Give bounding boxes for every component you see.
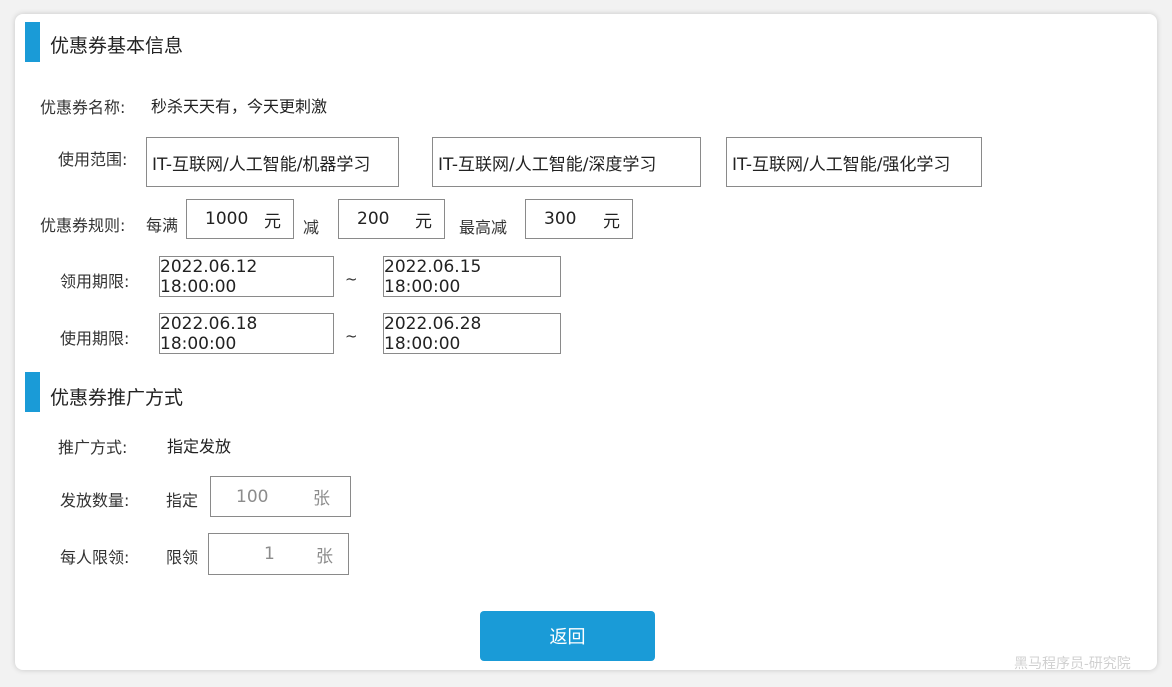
scope-tag-3: IT-互联网/人工智能/强化学习 [726,137,982,187]
section-title-promotion: 优惠券推广方式 [50,387,184,409]
limit-label: 每人限领: [60,548,130,567]
section-accent-bar [25,372,40,412]
limit-value: 1 [264,544,275,564]
promotion-method-value: 指定发放 [167,437,232,456]
quantity-label: 发放数量: [60,491,130,510]
limit-unit: 张 [316,546,333,567]
coupon-name-label: 优惠券名称: [40,98,126,117]
rule-minus-text: 减 [303,218,320,237]
use-start-field: 2022.06.18 18:00:00 [159,313,334,354]
rule-max-value: 300 [544,209,577,229]
scope-label: 使用范围: [58,150,128,169]
use-range-tilde: ~ [345,327,358,345]
limit-field: 1 张 [208,533,349,575]
rule-discount-field: 200 元 [338,199,445,239]
claim-end-field: 2022.06.15 18:00:00 [383,256,561,297]
watermark-text: 黑马程序员-研究院 [1014,656,1131,672]
quantity-unit: 张 [313,489,330,509]
rule-threshold-field: 1000 元 [186,199,294,239]
rule-threshold-unit: 元 [264,211,281,232]
rule-max-field: 300 元 [525,199,633,239]
scope-tag-2: IT-互联网/人工智能/深度学习 [432,137,701,187]
use-period-label: 使用期限: [60,329,130,348]
use-end-field: 2022.06.28 18:00:00 [383,313,561,354]
section-accent-bar [25,22,40,62]
quantity-field: 100 张 [210,476,351,517]
quantity-prefix-text: 指定 [166,491,199,510]
rule-discount-unit: 元 [415,211,432,232]
rule-label: 优惠券规则: [40,216,126,235]
back-button[interactable]: 返回 [480,611,655,661]
rule-threshold-value: 1000 [205,209,249,229]
scope-tag-1: IT-互联网/人工智能/机器学习 [146,137,399,187]
promotion-method-label: 推广方式: [58,438,128,457]
rule-every-full-text: 每满 [146,216,179,235]
claim-period-label: 领用期限: [60,272,130,291]
coupon-name-value: 秒杀天天有，今天更刺激 [151,97,328,116]
quantity-value: 100 [236,486,269,507]
claim-range-tilde: ~ [345,270,358,288]
section-title-basic-info: 优惠券基本信息 [50,35,184,57]
rule-discount-value: 200 [357,209,390,229]
rule-max-unit: 元 [603,211,620,232]
limit-prefix-text: 限领 [166,548,199,567]
rule-max-minus-text: 最高减 [459,218,508,237]
claim-start-field: 2022.06.12 18:00:00 [159,256,334,297]
